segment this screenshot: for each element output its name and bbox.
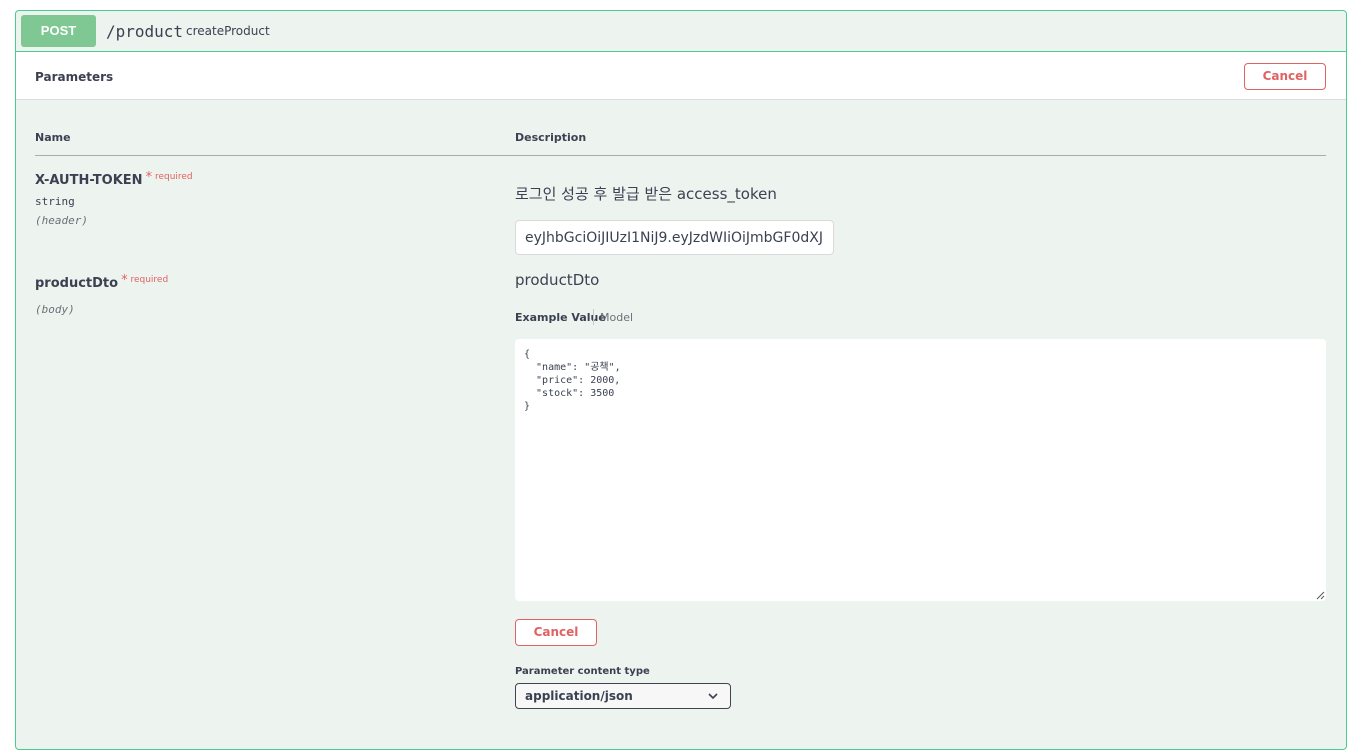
- content-type-label: Parameter content type: [515, 666, 650, 677]
- column-header-name: Name: [35, 131, 71, 144]
- param-name-x-auth-token: X-AUTH-TOKEN * required: [35, 170, 193, 188]
- required-indicator: * required: [145, 170, 193, 185]
- content-type-select[interactable]: application/json: [515, 683, 731, 709]
- header-divider: [35, 155, 1326, 156]
- parameters-header: Parameters Cancel: [16, 52, 1346, 100]
- http-method-badge: POST: [21, 15, 96, 47]
- param-type: string: [35, 195, 75, 208]
- auth-token-input[interactable]: [515, 220, 834, 255]
- param-name-product-dto: productDto * required: [35, 273, 169, 291]
- operation-summary[interactable]: POST /product createProduct: [16, 11, 1346, 52]
- content-type-value: application/json: [525, 689, 633, 703]
- param-description: productDto: [515, 271, 600, 289]
- tab-model[interactable]: Model: [600, 311, 633, 324]
- chevron-down-icon: [708, 693, 718, 700]
- param-description: 로그인 성공 후 발급 받은 access_token: [515, 185, 777, 203]
- cancel-try-button[interactable]: Cancel: [1244, 63, 1326, 90]
- tab-divider: [593, 309, 594, 325]
- operation-block: POST /product createProduct Parameters C…: [15, 10, 1347, 750]
- parameters-title: Parameters: [35, 70, 114, 84]
- param-location: (body): [35, 303, 75, 316]
- cancel-body-button[interactable]: Cancel: [515, 619, 597, 646]
- resize-grip-icon[interactable]: [1315, 590, 1325, 600]
- request-body-editor[interactable]: { "name": "공책", "price": 2000, "stock": …: [515, 339, 1326, 601]
- column-header-description: Description: [515, 131, 587, 144]
- operation-id: createProduct: [186, 24, 270, 38]
- endpoint-path: /product: [106, 22, 184, 41]
- param-location: (header): [35, 214, 88, 227]
- required-indicator: * required: [121, 273, 169, 288]
